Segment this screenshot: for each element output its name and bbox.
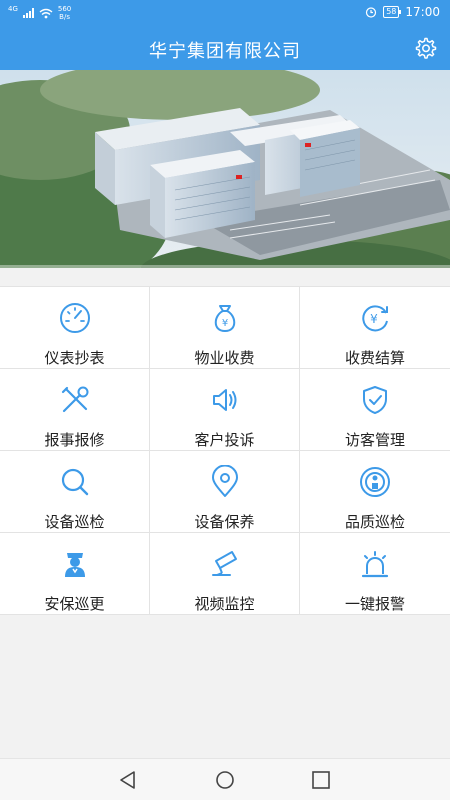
menu-item-fee-settlement[interactable]: ¥ 收费结算 [300,287,450,369]
menu-item-video-surveillance[interactable]: 视频监控 [150,533,300,615]
broadcast-person-icon [360,467,390,497]
speaker-icon [212,389,236,411]
status-bar: 4G 560 B/s 58 17:00 [0,0,450,26]
banner-image[interactable] [0,70,450,268]
yen-refresh-icon: ¥ [362,305,388,332]
network-speed: 560 B/s [58,5,71,21]
alarm-clock-icon [366,7,377,18]
svg-text:¥: ¥ [370,312,378,326]
security-guard-icon [64,553,85,577]
home-icon[interactable] [214,770,236,790]
shield-check-icon [363,386,387,414]
menu-item-label: 一键报警 [344,595,405,613]
location-pin-icon [211,465,238,497]
battery-icon: 58 [383,6,402,18]
menu-item-equipment-inspection[interactable]: 设备巡检 [0,451,150,533]
menu-item-label: 物业收费 [194,349,255,367]
menu-item-label: 品质巡检 [344,513,405,531]
campus-illustration [0,70,450,268]
menu-item-equipment-maintenance[interactable]: 设备保养 [150,451,300,533]
speed-unit: B/s [59,13,70,21]
camera-icon [211,551,237,576]
back-icon[interactable] [117,770,139,790]
app-header: 华宁集团有限公司 [0,26,450,70]
gauge-icon [59,303,90,333]
menu-item-visitor-management[interactable]: 访客管理 [300,369,450,451]
menu-item-label: 安保巡更 [44,595,105,613]
clock: 17:00 [405,5,440,19]
status-right: 58 17:00 [365,5,440,19]
status-left: 4G 560 B/s [8,5,71,21]
gear-icon[interactable] [414,36,438,60]
network-type: 4G [8,5,18,13]
menu-item-one-key-alarm[interactable]: 一键报警 [300,533,450,615]
page-title: 华宁集团有限公司 [149,41,301,62]
wifi-icon [39,8,53,18]
menu-item-meter-reading[interactable]: 仪表抄表 [0,287,150,369]
menu-item-repair-report[interactable]: 报事报修 [0,369,150,451]
menu-item-label: 视频监控 [194,595,255,613]
menu-item-label: 设备保养 [194,513,255,531]
menu-item-label: 仪表抄表 [44,349,105,367]
money-bag-icon: ¥ [214,305,235,333]
menu-item-property-fee[interactable]: ¥ 物业收费 [150,287,300,369]
svg-text:¥: ¥ [221,318,227,329]
menu-item-label: 访客管理 [344,431,405,449]
menu-item-label: 客户投诉 [194,431,255,449]
menu-item-customer-complaint[interactable]: 客户投诉 [150,369,300,451]
magnifier-icon [61,468,88,496]
menu-item-label: 报事报修 [44,431,105,449]
function-grid: 仪表抄表 ¥ 物业收费 ¥ 收费结算 报事报修 客户投诉 访客管理 设备巡检 设… [0,286,450,615]
recent-apps-icon[interactable] [310,770,332,790]
tools-icon [61,386,88,413]
menu-item-quality-inspection[interactable]: 品质巡检 [300,451,450,533]
alarm-light-icon [361,551,389,578]
menu-item-label: 设备巡检 [44,513,105,531]
menu-item-security-patrol[interactable]: 安保巡更 [0,533,150,615]
system-nav-bar [0,758,450,800]
menu-item-label: 收费结算 [344,349,405,367]
signal-icon [22,8,34,18]
speed-value: 560 [57,5,72,13]
